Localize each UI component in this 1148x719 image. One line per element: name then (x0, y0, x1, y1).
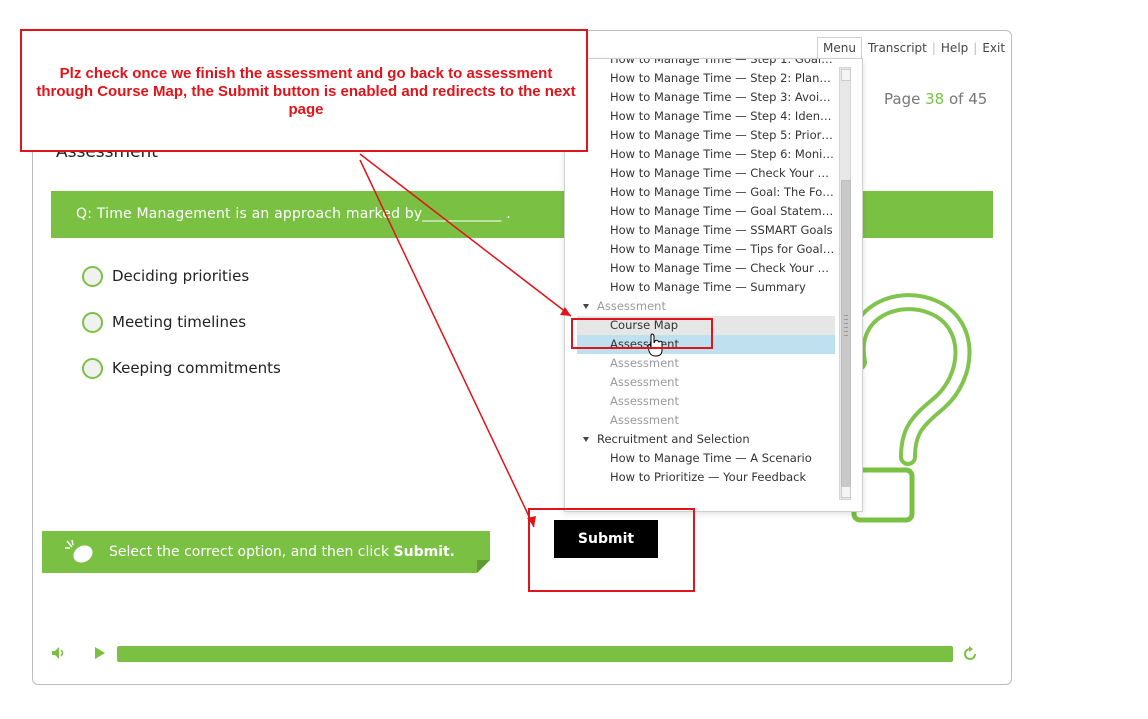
annotation-note-text: Plz check once we finish the assessment … (36, 65, 576, 118)
annotation-note: Plz check once we finish the assessment … (20, 29, 588, 152)
submit-highlight (528, 508, 695, 592)
course-map-highlight (571, 318, 713, 349)
